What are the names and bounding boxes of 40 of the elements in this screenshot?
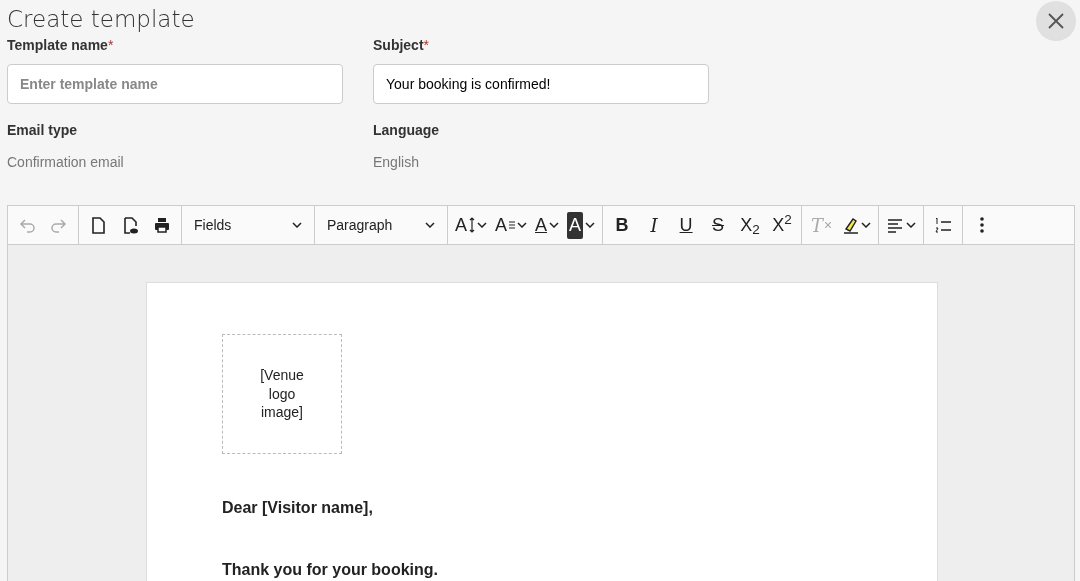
name-field[interactable]: Enter template name [7, 64, 343, 104]
document-paragraph: Dear [Visitor name], [222, 498, 374, 518]
info-label: Email type [7, 121, 79, 140]
italic-button[interactable]: I [639, 209, 670, 241]
field-label: Template name* [7, 36, 115, 55]
page-title: Create template [7, 5, 195, 31]
align-left-icon [886, 216, 905, 234]
height-arrow-icon [469, 217, 475, 233]
highlighter-icon [841, 216, 860, 234]
font-format-button[interactable]: A [492, 209, 531, 241]
caret-icon [292, 222, 302, 228]
strike-button[interactable]: S [703, 209, 734, 241]
document-icon [89, 216, 107, 234]
font-size-button[interactable]: A [452, 209, 490, 241]
caret-icon [425, 222, 435, 228]
subject-field[interactable]: Your booking is confirmed! [373, 64, 709, 104]
script-button[interactable]: X$^{2}$ [767, 209, 798, 241]
underline-button[interactable]: U [671, 209, 702, 241]
small-x-icon [825, 222, 832, 228]
redo-icon [50, 216, 68, 234]
dropdown-select[interactable]: Fields [186, 209, 310, 241]
document-paragraph: Thank you for your booking. [222, 560, 439, 580]
undo-icon [18, 216, 36, 234]
background-color-button[interactable]: A [564, 209, 599, 241]
bold-button[interactable]: B [607, 209, 638, 241]
close-button[interactable] [1036, 1, 1076, 41]
more-icon [980, 216, 985, 234]
info-value: Confirmation email [7, 153, 125, 172]
field-label: Subject* [373, 36, 431, 55]
lines-icon [509, 221, 516, 229]
image-placeholder-text: [Venue logo image] [259, 365, 305, 423]
info-label: Language [373, 121, 441, 140]
script-button[interactable]: X$_{2}$ [735, 209, 766, 241]
document-eye-icon [121, 216, 139, 234]
font-color-button[interactable]: A [532, 209, 563, 241]
dropdown-select[interactable]: Paragraph [319, 209, 443, 241]
numbered-list-icon [934, 216, 953, 234]
close-icon [1048, 13, 1064, 29]
info-value: English [373, 153, 420, 172]
printer-icon [153, 216, 171, 234]
